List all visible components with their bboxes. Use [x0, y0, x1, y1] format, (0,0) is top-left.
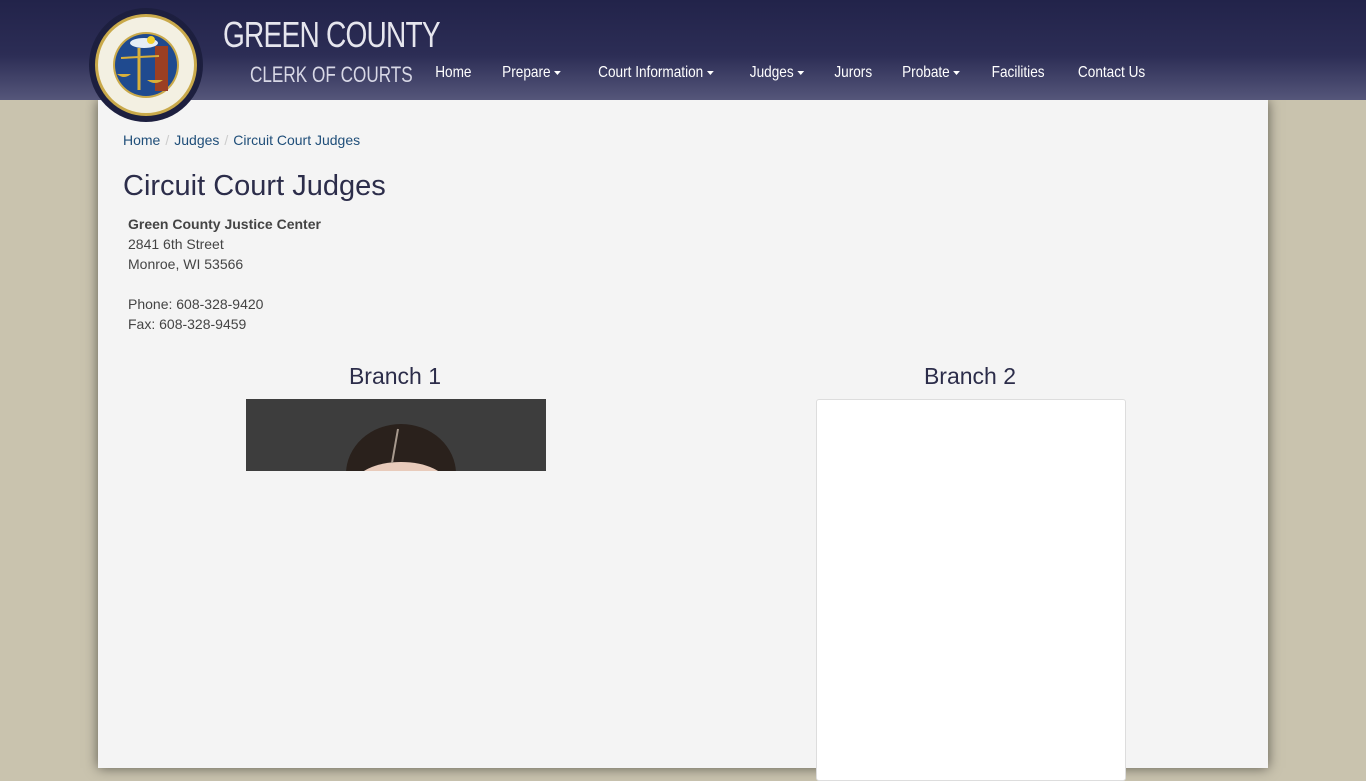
main-nav: Home Prepare Court Information Judges Ju…	[421, 64, 1162, 82]
address-city: Monroe, WI 53566	[128, 256, 244, 272]
caret-down-icon	[953, 70, 961, 75]
county-seal-logo[interactable]	[89, 8, 203, 122]
nav-court-information[interactable]: Court Information	[585, 64, 726, 82]
branch-1-title: Branch 1	[348, 363, 442, 389]
fax: Fax: 608-328-9459	[128, 316, 247, 332]
brand-title[interactable]: GREEN COUNTY	[223, 14, 441, 56]
nav-jurors[interactable]: Jurors	[821, 64, 884, 82]
breadcrumb: Home / Judges / Circuit Court Judges	[123, 132, 361, 148]
page-title: Circuit Court Judges	[123, 170, 386, 202]
breadcrumb-judges[interactable]: Judges	[174, 132, 219, 148]
caret-down-icon	[553, 70, 561, 75]
brand-subtitle[interactable]: CLERK OF COURTS	[250, 62, 413, 88]
address-name: Green County Justice Center	[128, 216, 321, 232]
nav-contact-us[interactable]: Contact Us	[1065, 64, 1158, 82]
caret-down-icon	[706, 70, 714, 75]
nav-prepare[interactable]: Prepare	[489, 64, 573, 82]
caret-down-icon	[797, 70, 805, 75]
site-header: GREEN COUNTY CLERK OF COURTS Home Prepar…	[0, 0, 1366, 100]
branch-2-title: Branch 2	[923, 363, 1017, 389]
nav-judges[interactable]: Judges	[737, 64, 817, 82]
judge-photo-branch-1	[246, 399, 546, 471]
nav-home[interactable]: Home	[422, 64, 484, 82]
address-block: Green County Justice Center 2841 6th Str…	[128, 214, 321, 334]
address-street: 2841 6th Street	[128, 236, 224, 252]
breadcrumb-home[interactable]: Home	[123, 132, 160, 148]
judge-photo-branch-2	[816, 399, 1126, 781]
main-content: Home / Judges / Circuit Court Judges Circuit…	[98, 100, 1268, 781]
nav-probate[interactable]: Probate	[890, 64, 973, 82]
nav-facilities[interactable]: Facilities	[979, 64, 1057, 82]
breadcrumb-circuit-court-judges[interactable]: Circuit Court Judges	[233, 132, 360, 148]
phone: Phone: 608-328-9420	[128, 296, 264, 312]
